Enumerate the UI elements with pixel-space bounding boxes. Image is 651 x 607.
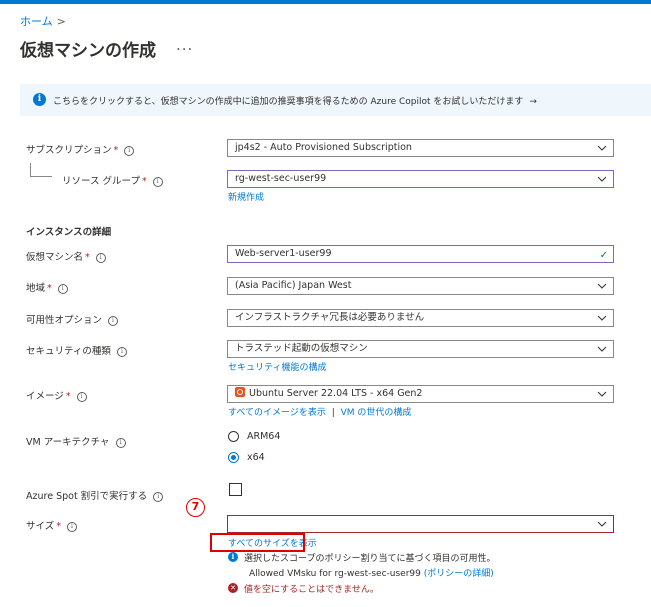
ubuntu-logo-icon — [235, 387, 245, 397]
chevron-down-icon — [597, 176, 607, 182]
region-label: 地域 * i — [26, 280, 68, 294]
info-icon[interactable]: i — [76, 392, 87, 402]
security-type-label: セキュリティの種類 i — [26, 343, 127, 357]
resource-group-label: リソース グループ * i — [62, 173, 163, 187]
vm-architecture-label-text: VM アーキテクチャ — [26, 437, 110, 448]
section-heading-instance-details: インスタンスの詳細 — [26, 227, 112, 238]
radio-arm64[interactable] — [228, 431, 239, 442]
subscription-label-text: サブスクリプション — [26, 145, 112, 156]
image-value: Ubuntu Server 22.04 LTS - x64 Gen2 — [249, 388, 423, 399]
info-icon: i — [33, 93, 46, 106]
breadcrumb-separator: > — [56, 15, 66, 28]
availability-label: 可用性オプション i — [26, 312, 119, 326]
info-icon[interactable]: i — [116, 347, 127, 357]
breadcrumb-home-link[interactable]: ホーム — [20, 15, 53, 28]
azure-spot-label-text: Azure Spot 割引で実行する — [26, 491, 148, 502]
info-icon[interactable]: i — [152, 177, 163, 187]
required-marker: * — [113, 145, 119, 156]
info-icon[interactable]: i — [95, 253, 106, 263]
image-label: イメージ * i — [26, 388, 87, 402]
info-icon[interactable]: i — [57, 284, 68, 294]
region-select[interactable]: (Asia Pacific) Japan West — [227, 277, 614, 295]
info-icon[interactable]: i — [124, 146, 135, 156]
subscription-value: jp4s2 - Auto Provisioned Subscription — [235, 142, 412, 153]
required-marker: * — [56, 521, 61, 532]
vm-name-value: Web-server1-user99 — [235, 248, 332, 259]
availability-label-text: 可用性オプション — [26, 315, 103, 326]
required-marker: * — [141, 176, 147, 187]
chevron-down-icon — [597, 346, 607, 352]
vm-name-label-text: 仮想マシン名 — [26, 252, 84, 263]
arrow-right-icon: → — [529, 97, 537, 107]
required-marker: * — [65, 391, 71, 402]
policy-info-detail-text: Allowed VMsku for rg-west-sec-user99 — [249, 569, 421, 579]
policy-info-detail: Allowed VMsku for rg-west-sec-user99 (ポリ… — [249, 566, 494, 579]
chevron-down-icon — [597, 283, 607, 289]
more-options-button[interactable]: ... — [176, 36, 193, 54]
resource-group-select[interactable]: rg-west-sec-user99 — [227, 170, 614, 188]
subscription-select[interactable]: jp4s2 - Auto Provisioned Subscription — [227, 139, 614, 157]
annotation-step-number: 7 — [186, 498, 205, 517]
availability-select[interactable]: インフラストラクチャ冗長は必要ありません — [227, 309, 614, 327]
page-title: 仮想マシンの作成 — [20, 41, 156, 61]
region-label-text: 地域 — [26, 283, 46, 294]
info-icon: i — [228, 552, 238, 562]
image-label-text: イメージ — [26, 391, 64, 402]
security-type-select[interactable]: トラステッド起動の仮想マシン — [227, 340, 614, 358]
size-label-text: サイズ — [26, 521, 55, 532]
required-marker: * — [85, 252, 90, 263]
info-icon[interactable]: i — [108, 316, 119, 326]
resource-group-label-text: リソース グループ — [62, 176, 140, 187]
image-links: すべてのイメージを表示 | VM の世代の構成 — [228, 405, 411, 418]
validation-error-text: 値を空にすることはできません。 — [244, 585, 379, 595]
security-type-label-text: セキュリティの種類 — [26, 346, 111, 357]
size-select[interactable] — [227, 515, 614, 533]
info-icon[interactable]: i — [66, 522, 77, 532]
size-label: サイズ * i — [26, 518, 77, 532]
chevron-down-icon — [597, 145, 607, 151]
link-separator: | — [331, 408, 335, 418]
breadcrumb: ホーム > — [20, 13, 66, 29]
vm-name-input[interactable]: Web-server1-user99 ✓ — [227, 245, 614, 263]
policy-details-link[interactable]: (ポリシーの詳細) — [424, 569, 494, 579]
image-select[interactable]: Ubuntu Server 22.04 LTS - x64 Gen2 — [227, 385, 614, 403]
radio-x64-label: x64 — [247, 452, 265, 463]
subscription-label: サブスクリプション * i — [26, 142, 135, 156]
availability-value: インフラストラクチャ冗長は必要ありません — [235, 312, 425, 323]
checkmark-icon: ✓ — [599, 250, 608, 261]
azure-spot-checkbox[interactable] — [229, 483, 242, 496]
see-all-images-link[interactable]: すべてのイメージを表示 — [228, 408, 326, 418]
tree-connector — [30, 163, 31, 176]
tree-connector — [30, 176, 52, 177]
error-icon: ✕ — [228, 583, 238, 593]
policy-info-text: 選択したスコープのポリシー割り当てに基づく項目の可用性。 — [244, 554, 496, 564]
top-accent-bar — [0, 0, 651, 4]
vm-architecture-label: VM アーキテクチャ i — [26, 434, 126, 448]
configure-vm-generation-link[interactable]: VM の世代の構成 — [341, 408, 412, 418]
resource-group-value: rg-west-sec-user99 — [235, 173, 327, 184]
chevron-down-icon — [597, 315, 607, 321]
azure-spot-label: Azure Spot 割引で実行する i — [26, 488, 164, 502]
region-value: (Asia Pacific) Japan West — [235, 280, 352, 291]
chevron-down-icon — [597, 521, 607, 527]
security-type-value: トラステッド起動の仮想マシン — [235, 343, 368, 354]
copilot-banner-text[interactable]: こちらをクリックすると、仮想マシンの作成中に追加の推奨事項を得るための Azur… — [53, 94, 537, 107]
vm-name-label: 仮想マシン名 * i — [26, 249, 106, 263]
info-icon[interactable]: i — [153, 492, 164, 502]
chevron-down-icon — [597, 391, 607, 397]
radio-x64[interactable] — [228, 452, 239, 463]
info-icon[interactable]: i — [115, 438, 126, 448]
banner-message: こちらをクリックすると、仮想マシンの作成中に追加の推奨事項を得るための Azur… — [53, 97, 524, 107]
radio-arm64-label: ARM64 — [247, 431, 281, 442]
annotation-highlight-box — [210, 533, 305, 552]
create-new-resource-group-link[interactable]: 新規作成 — [228, 190, 264, 203]
configure-security-features-link[interactable]: セキュリティ機能の構成 — [228, 360, 326, 373]
required-marker: * — [47, 283, 52, 294]
